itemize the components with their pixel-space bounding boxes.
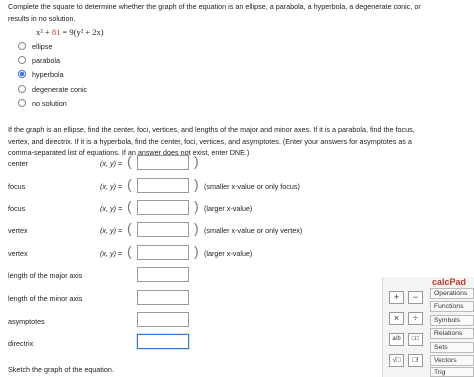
center-input[interactable] (137, 155, 189, 170)
focus2-hint: (larger x-value) (204, 204, 253, 213)
radio-no-solution[interactable] (18, 99, 26, 107)
factorial-button[interactable]: □! (408, 354, 423, 367)
vertex2-input[interactable] (137, 245, 189, 260)
close-paren: ) (194, 198, 199, 214)
open-paren: ( (127, 220, 132, 236)
radio-degenerate-conic[interactable] (18, 85, 26, 93)
minor-axis-input[interactable] (137, 290, 189, 305)
minor-axis-label: length of the minor axis (8, 294, 83, 303)
superscript-button[interactable]: □□ (408, 333, 423, 346)
focus2-label: focus (8, 204, 26, 213)
times-button[interactable]: × (389, 312, 404, 325)
center-xy-label: (x, y) = (100, 159, 123, 168)
vertex1-label: vertex (8, 226, 28, 235)
option-label: no solution (32, 98, 67, 108)
vertex2-hint: (larger x-value) (204, 249, 253, 258)
radio-hyperbola[interactable] (18, 70, 26, 78)
focus1-label: focus (8, 182, 26, 191)
option-label: parabola (32, 55, 60, 65)
open-paren: ( (127, 176, 132, 192)
option-label: hyperbola (32, 69, 64, 79)
focus2-input[interactable] (137, 200, 189, 215)
question-line-1: Complete the square to determine whether… (8, 2, 421, 11)
open-paren: ( (127, 198, 132, 214)
vertex1-xy-label: (x, y) = (100, 226, 123, 235)
option-no-solution[interactable]: no solution (18, 97, 67, 109)
sketch-label: Sketch the graph of the equation. (8, 365, 114, 374)
option-parabola[interactable]: parabola (18, 54, 60, 66)
menu-trig[interactable]: Trig (430, 367, 474, 377)
open-paren: ( (127, 153, 132, 169)
instructions-line-2: vertex, and directrix. If it is a hyperb… (8, 136, 412, 146)
instructions-line-1: If the graph is an ellipse, find the cen… (8, 125, 415, 134)
focus1-input[interactable] (137, 178, 189, 193)
close-paren: ) (194, 243, 199, 259)
focus1-hint: (smaller x-value or only focus) (204, 182, 300, 191)
center-label: center (8, 159, 28, 168)
question-line-2: results in no solution. (8, 13, 76, 23)
radio-parabola[interactable] (18, 56, 26, 64)
instructions: If the graph is an ellipse, find the cen… (8, 124, 415, 159)
focus2-xy-label: (x, y) = (100, 204, 123, 213)
close-paren: ) (194, 220, 199, 236)
vertex2-label: vertex (8, 249, 28, 258)
menu-sets[interactable]: Sets (430, 342, 474, 353)
menu-symbols[interactable]: Symbols (430, 315, 474, 326)
menu-operations[interactable]: Operations (430, 288, 474, 299)
asymptotes-label: asymptotes (8, 317, 45, 326)
vertex1-hint: (smaller x-value or only vertex) (204, 226, 303, 235)
instructions-line-3: comma-separated list of equations. If an… (8, 148, 250, 158)
option-degenerate-conic[interactable]: degenerate conic (18, 83, 87, 95)
vertex2-xy-label: (x, y) = (100, 249, 123, 258)
equation-lhs: x² + (36, 27, 52, 37)
major-axis-input[interactable] (137, 267, 189, 282)
question-text: Complete the square to determine whether… (8, 1, 421, 24)
directrix-label: directrix (8, 339, 34, 348)
option-hyperbola[interactable]: hyperbola (18, 68, 64, 80)
minus-button[interactable]: − (408, 291, 423, 304)
option-ellipse[interactable]: ellipse (18, 40, 52, 52)
asymptotes-input[interactable] (137, 312, 189, 327)
divide-button[interactable]: ÷ (408, 312, 423, 325)
calcpad-title: calcPad (432, 277, 467, 287)
open-paren: ( (127, 243, 132, 259)
focus1-xy-label: (x, y) = (100, 182, 123, 191)
menu-relations[interactable]: Relations (430, 328, 474, 339)
menu-vectors[interactable]: Vectors (430, 355, 474, 366)
option-label: ellipse (32, 41, 53, 51)
major-axis-label: length of the major axis (8, 271, 83, 280)
fraction-button[interactable]: a/b (389, 333, 404, 346)
close-paren: ) (194, 153, 199, 169)
sqrt-button[interactable]: √□ (389, 354, 404, 367)
menu-functions[interactable]: Functions (430, 301, 474, 312)
option-label: degenerate conic (32, 84, 88, 94)
close-paren: ) (194, 176, 199, 192)
vertex1-input[interactable] (137, 222, 189, 237)
plus-button[interactable]: + (389, 291, 404, 304)
equation: x² + 81 = 9(y² + 2x) (36, 27, 104, 37)
radio-ellipse[interactable] (18, 42, 26, 50)
directrix-input[interactable] (137, 334, 189, 349)
equation-rhs: = 9(y² + 2x) (60, 27, 104, 37)
